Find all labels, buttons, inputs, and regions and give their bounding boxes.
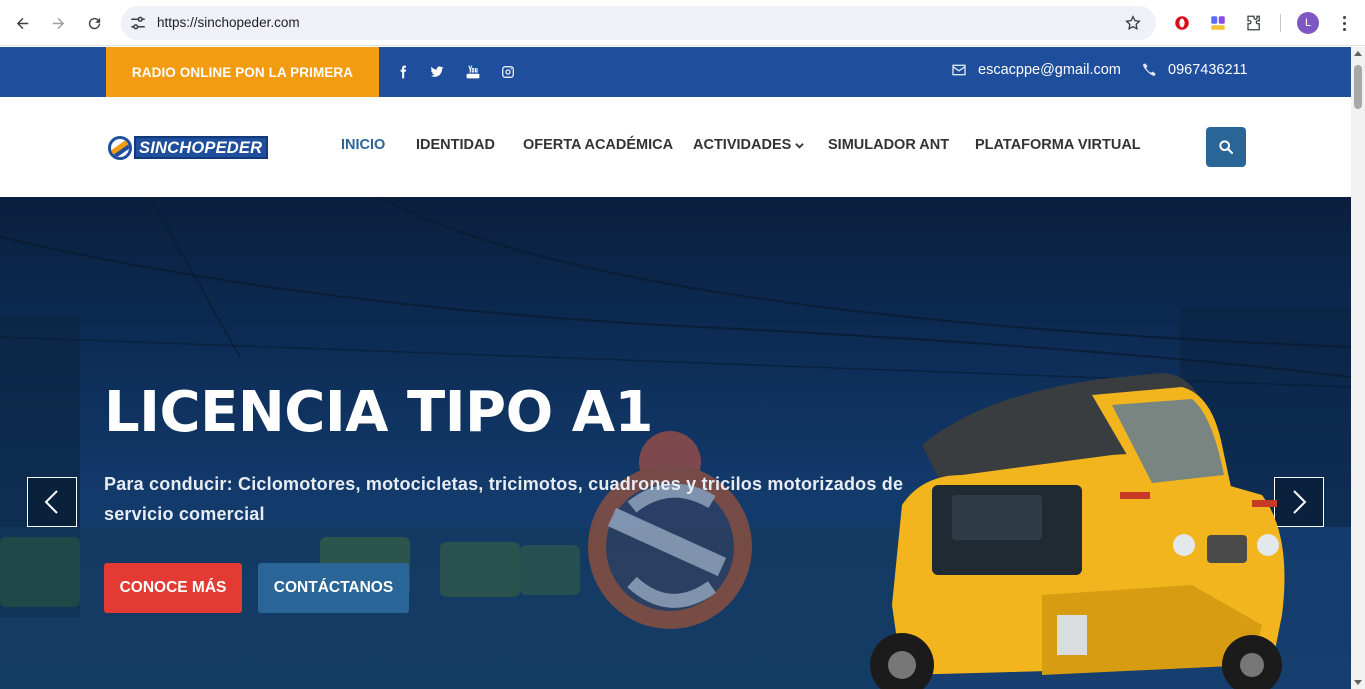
nav-item-plataforma-virtual[interactable]: PLATAFORMA VIRTUAL [975,137,1141,153]
search-icon [1219,140,1234,155]
nav-item-label: IDENTIDAD [416,137,495,153]
nav-item-label: PLATAFORMA VIRTUAL [975,137,1141,153]
nav-item-oferta-academica[interactable]: OFERTA ACADÉMICA [523,137,673,153]
bookmark-star-icon[interactable] [1124,14,1142,32]
url-text[interactable]: https://sinchopeder.com [157,15,300,30]
logo-text: SINCHOPEDER [134,136,269,159]
nav-item-inicio[interactable]: INICIO [341,137,385,153]
scroll-thumb[interactable] [1354,65,1362,109]
nav-item-simulador-ant[interactable]: SIMULADOR ANT [828,137,949,153]
phone-text[interactable]: 0967436211 [1168,62,1248,78]
chevron-down-icon [795,142,805,149]
extensions-puzzle-icon[interactable] [1243,12,1265,34]
radio-online-button[interactable]: RADIO ONLINE PON LA PRIMERA [106,47,379,97]
back-icon[interactable] [8,9,36,37]
site-info-icon[interactable] [129,14,147,32]
toolbar-divider [1280,14,1281,32]
page-scrollbar[interactable] [1351,47,1365,689]
nav-item-label: SIMULADOR ANT [828,137,950,153]
top-bar: RADIO ONLINE PON LA PRIMERA escacppe@gma… [0,47,1351,97]
email-text[interactable]: escacppe@gmail.com [978,62,1121,78]
site-logo[interactable]: SINCHOPEDER [108,135,269,160]
conoce-mas-button[interactable]: CONOCE MÁS [104,563,242,613]
envelope-icon [952,64,966,76]
page-viewport: RADIO ONLINE PON LA PRIMERA escacppe@gma… [0,47,1351,689]
nav-item-identidad[interactable]: IDENTIDAD [416,137,495,153]
hero-title: LICENCIA TIPO A1 [104,380,654,445]
nav-item-actividades[interactable]: ACTIVIDADES [693,137,805,153]
instagram-icon[interactable] [500,64,516,80]
forward-icon[interactable] [44,9,72,37]
address-bar[interactable]: https://sinchopeder.com [121,6,1156,40]
chevron-left-icon [44,490,58,514]
opera-extension-icon[interactable] [1171,12,1193,34]
scroll-up-icon[interactable] [1354,51,1362,56]
phone-contact[interactable]: 0967436211 [1141,62,1248,78]
main-navbar: SINCHOPEDER INICIO IDENTIDAD OFERTA ACAD… [0,97,1351,197]
profile-avatar[interactable]: L [1297,12,1319,34]
youtube-icon[interactable] [465,64,481,80]
chrome-menu-icon[interactable] [1334,12,1354,34]
twitter-icon[interactable] [429,64,445,80]
slider-prev-button[interactable] [27,477,77,527]
phone-icon [1142,63,1156,76]
search-button[interactable] [1206,127,1246,167]
logo-emblem-icon [108,135,132,160]
reload-icon[interactable] [80,9,108,37]
nav-item-label: OFERTA ACADÉMICA [523,137,674,153]
scroll-down-icon[interactable] [1354,680,1362,685]
nav-item-label: ACTIVIDADES [693,137,792,153]
nav-item-label: INICIO [341,137,386,153]
translate-extension-icon[interactable] [1207,12,1229,34]
tuktuk-vehicle-image [870,373,1285,689]
hero-description: Para conducir: Ciclomotores, motocicleta… [104,474,904,524]
facebook-icon[interactable] [395,64,411,80]
contactanos-button[interactable]: CONTÁCTANOS [258,563,409,613]
browser-toolbar: https://sinchopeder.com L [0,0,1365,46]
email-contact[interactable]: escacppe@gmail.com [951,62,1121,78]
hero-slider: LICENCIA TIPO A1 Para conducir: Ciclomot… [0,197,1351,689]
